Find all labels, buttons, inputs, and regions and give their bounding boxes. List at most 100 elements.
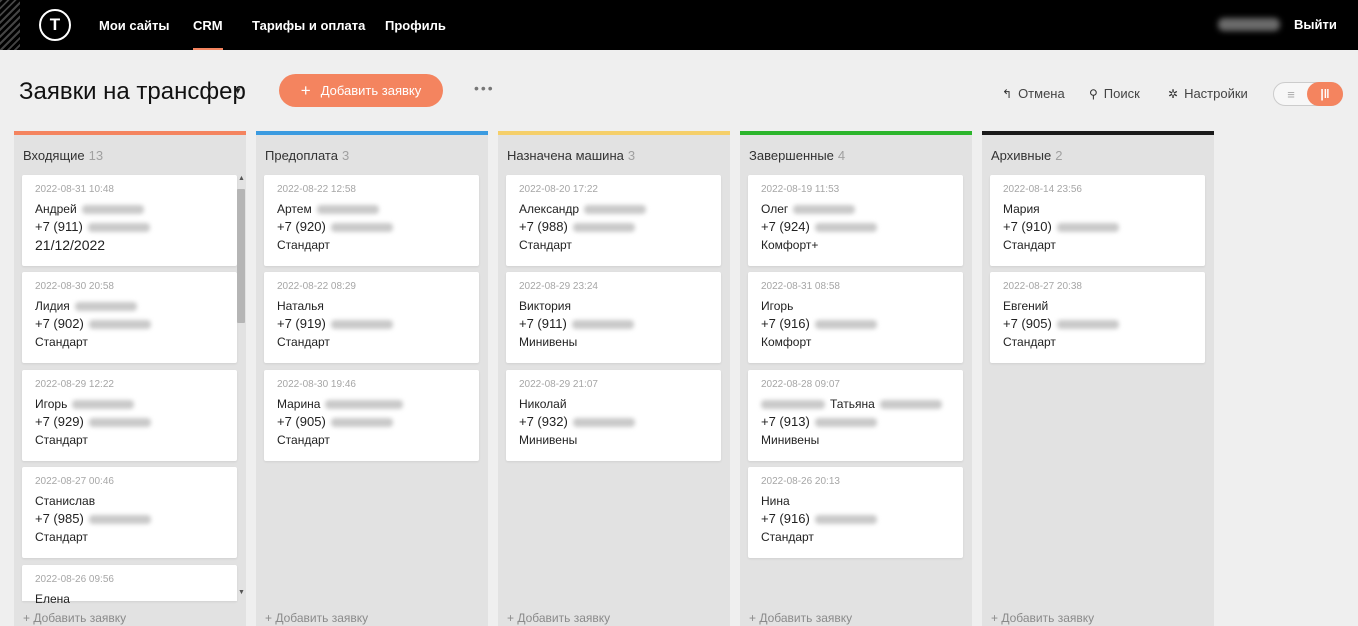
card-client-name: Николай (519, 397, 567, 411)
card-phone: +7 (916) (761, 511, 877, 526)
gear-icon: ✲ (1168, 86, 1179, 101)
card-tariff: Стандарт (1003, 335, 1056, 349)
request-card[interactable]: 2022-08-31 08:58 Игорь +7 (916) Комфорт (748, 272, 963, 363)
card-date: 2022-08-31 08:58 (761, 281, 840, 292)
top-navigation-bar: T Мои сайты CRM Тарифы и оплата Профиль … (0, 0, 1358, 50)
search-button[interactable]: ⚲ Поиск (1089, 86, 1140, 101)
tilda-logo-icon[interactable]: T (39, 9, 71, 41)
client-first-name: Андрей (35, 202, 77, 216)
redacted-text (814, 418, 877, 428)
card-client-name: Евгений (1003, 299, 1048, 313)
add-request-link[interactable]: + Добавить заявку (23, 611, 126, 625)
request-card[interactable]: 2022-08-22 12:58 Артем +7 (920) Стандарт (264, 175, 479, 266)
request-card[interactable]: 2022-08-20 17:22 Александр +7 (988) Стандар… (506, 175, 721, 266)
card-date: 2022-08-22 12:58 (277, 184, 356, 195)
column-title-label: Назначена машина (507, 148, 624, 163)
request-card[interactable]: 2022-08-14 23:56 Мария +7 (910) Стандарт (990, 175, 1205, 266)
plus-icon: + (300, 80, 311, 100)
redacted-text (72, 400, 135, 410)
settings-button[interactable]: ✲ Настройки (1168, 86, 1248, 101)
phone-code: +7 (905) (1003, 316, 1052, 331)
client-first-name: Олег (761, 202, 789, 216)
request-card[interactable]: 2022-08-19 11:53 Олег +7 (924) Комфорт+ (748, 175, 963, 266)
card-date: 2022-08-31 10:48 (35, 184, 114, 195)
column-title[interactable]: Архивные 2 (991, 148, 1062, 163)
card-tariff: Стандарт (35, 335, 88, 349)
request-card[interactable]: 2022-08-29 21:07 Николай +7 (932) Минивены (506, 370, 721, 461)
list-view-icon[interactable]: ≡ (1274, 83, 1308, 105)
card-phone: +7 (905) (277, 414, 393, 429)
request-card[interactable]: 2022-08-30 20:58 Лидия +7 (902) Стандарт (22, 272, 237, 363)
request-card[interactable]: 2022-08-26 09:56 Елена (22, 565, 237, 606)
request-card[interactable]: 2022-08-28 09:07 Татьяна +7 (913) Минивены (748, 370, 963, 461)
card-phone: +7 (910) (1003, 219, 1119, 234)
undo-button[interactable]: ↰ Отмена (1002, 86, 1065, 101)
title-dropdown-caret-icon[interactable]: ▾ (235, 84, 241, 97)
column-scrollbar[interactable]: ▲ ▼ (236, 175, 246, 603)
column-title[interactable]: Входящие 13 (23, 148, 103, 163)
phone-code: +7 (902) (35, 316, 84, 331)
card-tariff: Стандарт (277, 238, 330, 252)
nav-crm[interactable]: CRM (193, 0, 223, 50)
column-title[interactable]: Предоплата 3 (265, 148, 349, 163)
phone-code: +7 (929) (35, 414, 84, 429)
request-card[interactable]: 2022-08-29 12:22 Игорь +7 (929) Стандарт (22, 370, 237, 461)
more-options-icon[interactable]: ••• (474, 80, 495, 96)
scroll-thumb[interactable] (237, 189, 245, 323)
nav-tariffs[interactable]: Тарифы и оплата (252, 0, 365, 50)
request-card[interactable]: 2022-08-26 20:13 Нина +7 (916) Стандарт (748, 467, 963, 558)
client-first-name: Николай (519, 397, 567, 411)
card-date: 2022-08-30 20:58 (35, 281, 114, 292)
request-card[interactable]: 2022-08-30 19:46 Марина +7 (905) Стандарт (264, 370, 479, 461)
user-name-redacted (1218, 18, 1280, 31)
add-request-link[interactable]: + Добавить заявку (749, 611, 852, 625)
phone-code: +7 (916) (761, 316, 810, 331)
column-2: Предоплата 3 2022-08-22 12:58 Артем +7 (920)… (256, 131, 488, 626)
request-card[interactable]: 2022-08-29 23:24 Виктория +7 (911) Минивены (506, 272, 721, 363)
logout-link[interactable]: Выйти (1294, 17, 1337, 32)
add-request-link[interactable]: + Добавить заявку (991, 611, 1094, 625)
column-title[interactable]: Завершенные 4 (749, 148, 845, 163)
card-phone: +7 (919) (277, 316, 393, 331)
settings-label: Настройки (1184, 86, 1248, 101)
column-1: Входящие 13 2022-08-31 10:48 Андрей +7 (911)… (14, 131, 246, 626)
page-title[interactable]: Заявки на трансфер (19, 78, 246, 106)
add-request-label: Добавить заявку (320, 83, 422, 98)
card-tariff: Минивены (519, 433, 578, 447)
scroll-down-icon[interactable]: ▼ (238, 589, 245, 596)
board-view-icon[interactable]: |‖ (1307, 82, 1343, 106)
phone-code: +7 (920) (277, 219, 326, 234)
scroll-up-icon[interactable]: ▲ (238, 175, 245, 182)
request-card[interactable]: 2022-08-22 08:29 Наталья +7 (919) Стандарт (264, 272, 479, 363)
request-card[interactable]: 2022-08-31 10:48 Андрей +7 (911) 21/12/2022 (22, 175, 237, 266)
add-request-link[interactable]: + Добавить заявку (507, 611, 610, 625)
redacted-text (879, 400, 942, 410)
card-client-name: Артем (277, 202, 379, 216)
card-phone: +7 (913) (761, 414, 877, 429)
nav-profile[interactable]: Профиль (385, 0, 446, 50)
column-title-label: Архивные (991, 148, 1052, 163)
nav-my-sites[interactable]: Мои сайты (99, 0, 169, 50)
card-client-name: Наталья (277, 299, 324, 313)
redacted-text (571, 320, 634, 330)
request-card[interactable]: 2022-08-27 20:38 Евгений +7 (905) Стандарт (990, 272, 1205, 363)
add-request-button[interactable]: + Добавить заявку (279, 74, 443, 107)
card-client-name: Игорь (35, 397, 135, 411)
client-first-name: Игорь (35, 397, 68, 411)
phone-code: +7 (910) (1003, 219, 1052, 234)
redacted-text (325, 400, 404, 410)
column-title[interactable]: Назначена машина 3 (507, 148, 635, 163)
redacted-text (87, 223, 150, 233)
card-phone: +7 (902) (35, 316, 151, 331)
client-first-name: Станислав (35, 494, 96, 508)
request-card[interactable]: 2022-08-27 00:46 Станислав +7 (985) Стандар… (22, 467, 237, 558)
phone-code: +7 (988) (519, 219, 568, 234)
redacted-text (316, 205, 379, 215)
card-phone: +7 (924) (761, 219, 877, 234)
card-date: 2022-08-19 11:53 (761, 184, 840, 195)
add-request-link[interactable]: + Добавить заявку (265, 611, 368, 625)
card-phone: +7 (988) (519, 219, 635, 234)
client-first-name: Игорь (761, 299, 794, 313)
card-date: 2022-08-26 20:13 (761, 476, 840, 487)
column-3: Назначена машина 3 2022-08-20 17:22 Алексан… (498, 131, 730, 626)
